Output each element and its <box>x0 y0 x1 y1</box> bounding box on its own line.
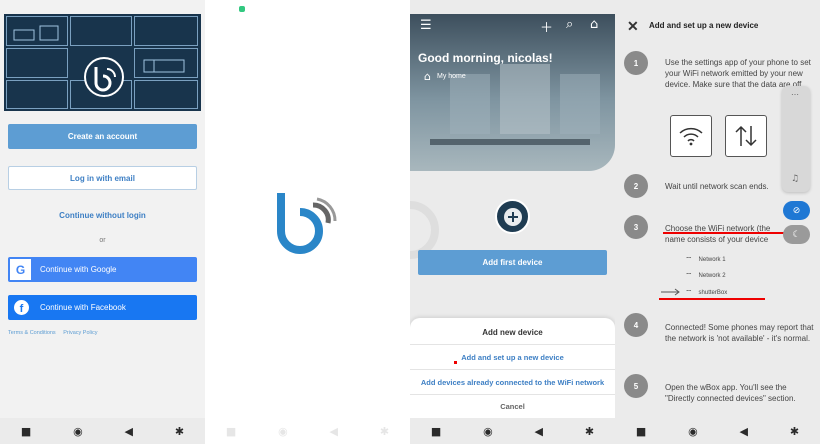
step-number: 3 <box>624 215 648 239</box>
network-name: Network 2 <box>698 273 726 279</box>
facebook-button-label: Continue with Facebook <box>40 303 126 312</box>
google-login-button[interactable]: G Continue with Google <box>8 257 197 282</box>
or-divider: or <box>99 237 106 244</box>
wifi-settings-icon <box>670 115 712 157</box>
system-navbar: ■ ◉ ◀ ✱ <box>205 418 410 444</box>
system-navbar: ■ ◉ ◀ ✱ <box>0 418 205 444</box>
login-email-button[interactable]: Log in with email <box>8 166 197 190</box>
add-home-icon[interactable]: ⌂ <box>590 17 598 32</box>
add-first-device-button[interactable]: Add first device <box>418 250 607 275</box>
wifi-icon: ⌔ <box>685 288 693 297</box>
tap-marker <box>454 361 457 364</box>
legal-links: Terms & Conditions Privacy Policy <box>8 330 103 336</box>
continue-without-login-link[interactable]: Continue without login <box>0 211 205 220</box>
splash-screen: ■ ◉ ◀ ✱ <box>205 0 410 444</box>
cancel-option[interactable]: Cancel <box>410 394 615 418</box>
menu-icon[interactable]: ☰ <box>420 18 432 33</box>
step-number: 4 <box>624 313 648 337</box>
facebook-login-button[interactable]: f Continue with Facebook <box>8 295 197 320</box>
step-text: Open the wBox app. You'll see the "Direc… <box>665 383 796 403</box>
sheet-title: Add new device <box>482 328 543 337</box>
back-icon[interactable]: ◀ <box>125 425 133 438</box>
mute-toggle-icon[interactable]: ⊘ <box>783 201 810 220</box>
recents-icon[interactable]: ■ <box>431 425 441 438</box>
add-existing-devices-option[interactable]: Add devices already connected to the WiF… <box>410 369 615 394</box>
home-selector[interactable]: ⌂ My home <box>424 70 466 83</box>
create-account-button[interactable]: Create an account <box>8 124 197 149</box>
network-name: Network 1 <box>698 257 726 263</box>
greeting-title: Good morning, nicolas! <box>418 51 553 65</box>
accessibility-icon[interactable]: ✱ <box>790 425 799 438</box>
network-name: shutterBox <box>698 290 728 296</box>
home-nav-icon[interactable]: ◉ <box>688 425 698 438</box>
network-row[interactable]: ⌔ Network 2 <box>685 271 726 281</box>
dark-mode-icon[interactable]: ☾ <box>783 225 810 244</box>
add-icon[interactable]: ＋ <box>540 17 553 36</box>
step-number: 5 <box>624 374 648 398</box>
step-number: 1 <box>624 51 648 75</box>
accessibility-icon[interactable]: ✱ <box>380 425 389 438</box>
setup-screen: ✕ Add and set up a new device 1 Use the … <box>615 0 820 444</box>
highlight-underline <box>659 298 765 300</box>
step-text: Choose the WiFi network (the name consis… <box>665 224 771 244</box>
status-indicator-icon <box>239 6 245 12</box>
music-icon[interactable]: ♫ <box>791 174 799 184</box>
home-nav-icon[interactable]: ◉ <box>73 425 83 438</box>
house-icon: ⌂ <box>424 70 431 83</box>
back-icon[interactable]: ◀ <box>740 425 748 438</box>
device-placeholder-icon <box>495 199 530 234</box>
close-icon[interactable]: ✕ <box>627 18 639 35</box>
system-navbar: ■ ◉ ◀ ✱ <box>615 418 820 444</box>
terms-link[interactable]: Terms & Conditions <box>8 330 56 336</box>
add-new-device-option[interactable]: Add and set up a new device <box>410 344 615 369</box>
search-icon[interactable]: ⌕ <box>566 17 573 32</box>
recents-icon[interactable]: ■ <box>226 425 236 438</box>
brand-logo <box>84 57 124 97</box>
more-icon[interactable]: ⋯ <box>791 90 799 99</box>
google-icon: G <box>10 259 31 280</box>
network-row[interactable]: ⌔ shutterBox <box>685 288 727 298</box>
home-label: My home <box>436 73 466 80</box>
network-row[interactable]: ⌔ Network 1 <box>685 255 726 265</box>
privacy-link[interactable]: Privacy Policy <box>63 330 97 336</box>
facebook-icon: f <box>14 300 29 315</box>
kitchen-icon <box>143 59 185 73</box>
add-device-sheet: Add new device Add and set up a new devi… <box>410 318 615 418</box>
step-text: Connected! Some phones may report that t… <box>665 323 814 343</box>
google-button-label: Continue with Google <box>40 265 117 274</box>
setup-title: Add and set up a new device <box>649 21 759 30</box>
dashboard-screen: ☰ ＋ ⌕ ⌂ Good morning, nicolas! ⌂ My home… <box>410 0 615 444</box>
back-icon[interactable]: ◀ <box>535 425 543 438</box>
accessibility-icon[interactable]: ✱ <box>585 425 594 438</box>
home-nav-icon[interactable]: ◉ <box>483 425 493 438</box>
recents-icon[interactable]: ■ <box>636 425 646 438</box>
hero-illustration <box>4 14 201 111</box>
furniture-icon <box>13 25 59 41</box>
recents-icon[interactable]: ■ <box>21 425 31 438</box>
highlight-underline <box>663 232 787 234</box>
accessibility-icon[interactable]: ✱ <box>175 425 184 438</box>
system-navbar: ■ ◉ ◀ ✱ <box>410 418 615 444</box>
arrow-icon <box>661 288 680 296</box>
back-icon[interactable]: ◀ <box>330 425 338 438</box>
data-transfer-icon <box>725 115 767 157</box>
step-number: 2 <box>624 174 648 198</box>
dashboard-toolbar: ☰ ＋ ⌕ ⌂ <box>410 14 615 38</box>
wifi-icon: ⌔ <box>685 255 693 264</box>
home-nav-icon[interactable]: ◉ <box>278 425 288 438</box>
wifi-icon: ⌔ <box>685 271 693 280</box>
signup-screen: Create an account Log in with email Cont… <box>0 0 205 444</box>
splash-logo <box>277 193 337 254</box>
edge-panel[interactable]: ⋯ ♫ <box>782 86 810 192</box>
